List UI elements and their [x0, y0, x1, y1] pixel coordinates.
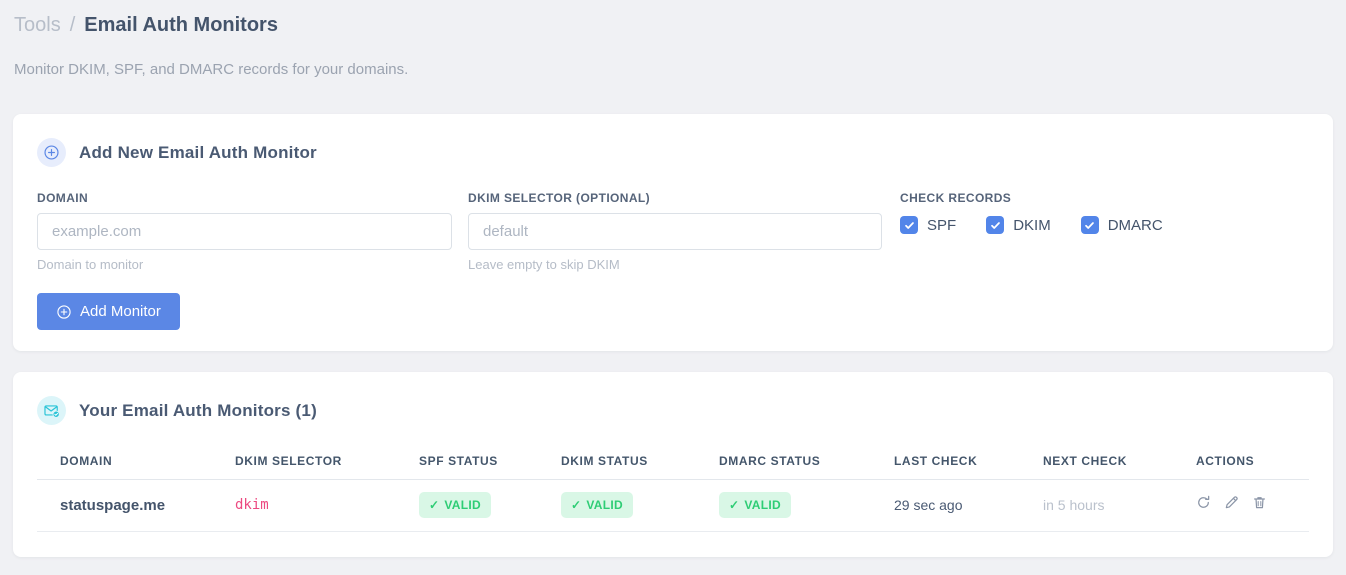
check-records-row: SPF DKIM DMARC: [900, 216, 1309, 234]
add-monitor-form: DOMAIN Domain to monitor DKIM SELECTOR (…: [37, 191, 1309, 272]
refresh-icon: [1198, 495, 1210, 508]
dkim-selector-input[interactable]: [468, 213, 882, 250]
dmarc-status-badge: ✓ VALID: [719, 492, 791, 518]
checkbox-dkim-label: DKIM: [1013, 216, 1051, 234]
column-header-actions: ACTIONS: [1173, 444, 1309, 480]
trash-icon: [1254, 497, 1265, 509]
email-check-icon: [37, 396, 66, 425]
column-header-last-check: LAST CHECK: [871, 444, 1020, 480]
monitors-list-card: Your Email Auth Monitors (1) DOMAIN DKIM…: [13, 372, 1333, 557]
column-header-dkim-selector: DKIM SELECTOR: [212, 444, 396, 480]
dkim-selector-field-group: DKIM SELECTOR (OPTIONAL) Leave empty to …: [468, 191, 882, 272]
check-records-label: CHECK RECORDS: [900, 191, 1012, 205]
monitors-card-header: Your Email Auth Monitors (1): [37, 396, 1309, 425]
page: Tools / Email Auth Monitors Monitor DKIM…: [0, 0, 1346, 557]
page-subtitle: Monitor DKIM, SPF, and DMARC records for…: [14, 61, 409, 78]
checkbox-spf-label: SPF: [927, 216, 957, 234]
page-header: Tools / Email Auth Monitors Monitor DKIM…: [13, 0, 1333, 78]
column-header-dkim-status: DKIM STATUS: [538, 444, 696, 480]
spf-status-cell: ✓ VALID: [396, 479, 538, 532]
monitors-card-title: Your Email Auth Monitors (1): [79, 400, 317, 420]
monitor-domain: statuspage.me: [37, 479, 212, 532]
dkim-selector-field-label: DKIM SELECTOR (OPTIONAL): [468, 191, 651, 205]
checkbox-dkim[interactable]: DKIM: [986, 216, 1051, 234]
column-header-next-check: NEXT CHECK: [1020, 444, 1173, 480]
add-monitor-card: Add New Email Auth Monitor DOMAIN Domain…: [13, 114, 1333, 351]
domain-field-group: DOMAIN Domain to monitor: [37, 191, 452, 272]
breadcrumb-separator: /: [69, 14, 76, 36]
refresh-button[interactable]: [1196, 495, 1211, 510]
checkbox-dmarc[interactable]: DMARC: [1080, 216, 1163, 234]
dmarc-status-text: VALID: [744, 498, 781, 512]
dkim-status-text: VALID: [586, 498, 623, 512]
monitor-dkim-selector: dkim: [212, 479, 396, 532]
dkim-status-badge: ✓ VALID: [561, 492, 633, 518]
pencil-icon: [1225, 496, 1238, 509]
checkbox-spf[interactable]: SPF: [900, 216, 956, 234]
domain-input[interactable]: [37, 213, 452, 250]
row-actions: [1196, 495, 1267, 510]
column-header-spf-status: SPF STATUS: [396, 444, 538, 480]
checkbox-checked-icon: [1080, 216, 1099, 234]
dmarc-status-cell: ✓ VALID: [696, 479, 871, 532]
breadcrumb: Tools / Email Auth Monitors: [14, 13, 1332, 37]
plus-circle-icon: [37, 138, 66, 167]
checkbox-dmarc-label: DMARC: [1107, 216, 1163, 234]
delete-button[interactable]: [1252, 495, 1267, 510]
breadcrumb-tools-link[interactable]: Tools: [14, 13, 61, 37]
domain-field-hint: Domain to monitor: [37, 257, 144, 272]
check-glyph: ✓: [429, 498, 440, 512]
page-title: Email Auth Monitors: [84, 14, 278, 36]
add-monitor-button[interactable]: Add Monitor: [37, 293, 180, 330]
checkbox-checked-icon: [900, 216, 918, 234]
checkbox-checked-icon: [986, 216, 1005, 234]
add-monitor-card-title: Add New Email Auth Monitor: [79, 142, 317, 162]
domain-field-label: DOMAIN: [37, 191, 89, 205]
actions-cell: [1173, 479, 1309, 532]
monitor-next-check: in 5 hours: [1020, 479, 1173, 532]
table-header-row: DOMAIN DKIM SELECTOR SPF STATUS DKIM STA…: [37, 444, 1309, 480]
check-records-group: CHECK RECORDS SPF DKIM DMARC: [898, 191, 1309, 272]
add-monitor-card-header: Add New Email Auth Monitor: [37, 138, 1309, 167]
column-header-domain: DOMAIN: [37, 444, 212, 480]
monitors-table: DOMAIN DKIM SELECTOR SPF STATUS DKIM STA…: [37, 444, 1309, 532]
spf-status-badge: ✓ VALID: [419, 492, 491, 518]
dkim-status-cell: ✓ VALID: [538, 479, 696, 532]
add-monitor-button-label: Add Monitor: [80, 303, 161, 320]
check-glyph: ✓: [571, 498, 582, 512]
plus-circle-icon: [56, 304, 72, 320]
check-glyph: ✓: [729, 498, 740, 512]
column-header-dmarc-status: DMARC STATUS: [696, 444, 871, 480]
monitor-last-check: 29 sec ago: [871, 479, 1020, 532]
edit-button[interactable]: [1224, 495, 1239, 510]
table-row: statuspage.me dkim ✓ VALID ✓ VALID ✓ VAL…: [37, 479, 1309, 532]
dkim-selector-field-hint: Leave empty to skip DKIM: [468, 257, 620, 272]
spf-status-text: VALID: [444, 498, 481, 512]
